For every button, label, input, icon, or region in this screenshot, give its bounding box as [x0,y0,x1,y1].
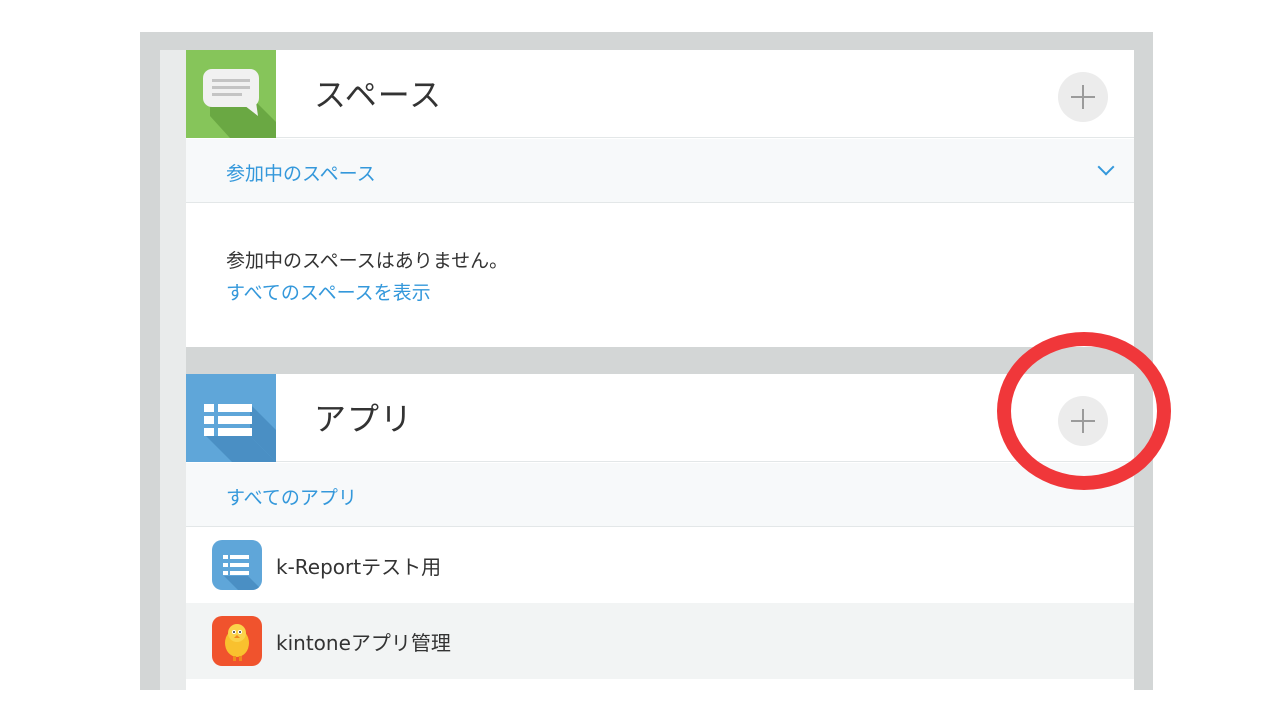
app-widget-title: アプリ [314,400,414,438]
left-gutter [160,50,186,690]
app-filter-tab[interactable]: すべてのアプリ [186,463,1134,527]
app-list-item[interactable]: k-Reportテスト用 [186,527,1134,603]
space-filter-dropdown[interactable]: 参加中のスペース [186,139,1134,203]
app-list-item[interactable]: kintoneアプリ管理 [186,603,1134,679]
app-list-icon [186,374,276,462]
app-widget: アプリ すべてのアプリ k-Reportテスト用 kintoneアプリ管理 [186,374,1134,690]
view-all-spaces-link[interactable]: すべてのスペースを表示 [226,278,431,305]
app-widget-header: アプリ [186,374,1134,462]
highlight-circle-annotation [997,332,1171,490]
kintone-bird-icon [212,616,262,666]
space-empty-message: 参加中のスペースはありません。 [226,250,509,272]
space-filter-label: 参加中のスペース [226,163,376,185]
space-widget-title: スペース [314,76,443,114]
space-widget: スペース 参加中のスペース 参加中のスペースはありません。 すべてのスペースを表… [186,50,1134,347]
app-name: k-Reportテスト用 [276,555,442,579]
speech-bubble-icon [186,50,276,138]
chevron-down-icon [1097,158,1115,176]
app-filter-label: すべてのアプリ [226,487,357,509]
list-icon [212,540,262,590]
add-space-button[interactable] [1058,72,1108,122]
app-name: kintoneアプリ管理 [276,631,451,655]
space-widget-header: スペース [186,50,1134,138]
